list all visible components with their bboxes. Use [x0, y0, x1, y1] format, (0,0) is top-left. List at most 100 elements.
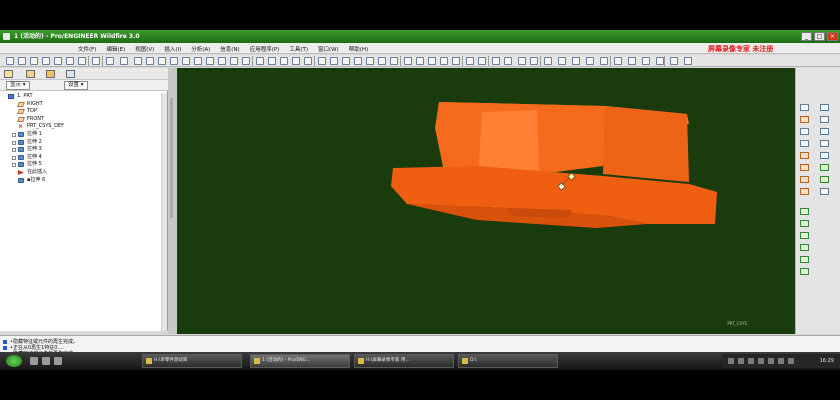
toolbar-icon[interactable] — [256, 57, 264, 65]
feature-tool-icon[interactable] — [820, 140, 829, 147]
maximize-button[interactable]: □ — [814, 32, 825, 41]
show-dropdown[interactable]: 显示 ▾ — [6, 81, 30, 90]
menu-item[interactable]: 分析(A) — [191, 45, 210, 53]
toolbar-icon[interactable] — [280, 57, 288, 65]
toolbar-icon[interactable] — [18, 57, 26, 65]
tree-item[interactable]: 拉伸 1 — [0, 131, 160, 139]
menu-item[interactable]: 帮助(H) — [349, 45, 368, 53]
toolbar-icon[interactable] — [684, 57, 692, 65]
toolbar-icon[interactable] — [416, 57, 424, 65]
minimize-button[interactable]: _ — [801, 32, 812, 41]
toolbar-icon[interactable] — [106, 57, 114, 65]
panel-splitter[interactable] — [168, 68, 177, 334]
feature-tool-icon[interactable] — [800, 176, 809, 183]
tray-icon[interactable] — [768, 358, 774, 364]
toolbar-icon[interactable] — [670, 57, 678, 65]
expand-toggle[interactable] — [12, 155, 16, 160]
tree-item[interactable]: 拉伸 2 — [0, 139, 160, 147]
taskbar-button[interactable]: H:\单零件测试库 — [142, 354, 242, 368]
quick-launch-icon[interactable] — [54, 357, 62, 365]
toolbar-icon[interactable] — [440, 57, 448, 65]
toolbar-icon[interactable] — [146, 57, 154, 65]
feature-tool-icon[interactable] — [800, 188, 809, 195]
taskbar-button[interactable]: D:\ — [458, 354, 558, 368]
folder-browser-tab[interactable] — [26, 70, 35, 78]
toolbar-icon[interactable] — [330, 57, 338, 65]
toolbar-icon[interactable] — [354, 57, 362, 65]
menu-item[interactable]: 文件(F) — [78, 45, 96, 53]
toolbar-icon[interactable] — [558, 57, 566, 65]
close-button[interactable]: × — [827, 32, 838, 41]
feature-tool-icon[interactable] — [800, 104, 809, 111]
toolbar-icon[interactable] — [544, 57, 552, 65]
tray-icon[interactable] — [788, 358, 794, 364]
feature-tool-icon[interactable] — [820, 104, 829, 111]
toolbar-icon[interactable] — [342, 57, 350, 65]
toolbar-icon[interactable] — [120, 57, 128, 65]
tree-item[interactable]: 拉伸 3 — [0, 146, 160, 154]
favorites-tab[interactable] — [46, 70, 55, 78]
feature-tool-icon[interactable] — [820, 116, 829, 123]
feature-tool-icon[interactable] — [820, 152, 829, 159]
tray-icon[interactable] — [758, 358, 764, 364]
toolbar-icon[interactable] — [158, 57, 166, 65]
menu-item[interactable]: 编辑(E) — [106, 45, 125, 53]
tree-item[interactable]: 1. PRT — [0, 93, 160, 101]
start-button[interactable] — [6, 355, 22, 367]
taskbar-button[interactable]: 1 (活动的) - Pro/ENG... — [250, 354, 350, 368]
toolbar-icon[interactable] — [218, 57, 226, 65]
toolbar-icon[interactable] — [6, 57, 14, 65]
feature-tool-icon[interactable] — [800, 232, 809, 239]
expand-toggle[interactable] — [12, 148, 16, 153]
feature-tool-icon[interactable] — [820, 164, 829, 171]
expand-toggle[interactable] — [12, 163, 16, 168]
feature-tool-icon[interactable] — [800, 128, 809, 135]
menu-item[interactable]: 工具(T) — [289, 45, 308, 53]
tree-scrollbar[interactable] — [161, 93, 167, 331]
feature-tool-icon[interactable] — [800, 152, 809, 159]
tree-item[interactable]: TOP — [0, 108, 160, 116]
taskbar-button[interactable]: H:\屏幕录像专家 用... — [354, 354, 454, 368]
feature-tool-icon[interactable] — [800, 256, 809, 263]
menu-item[interactable]: 应用程序(P) — [250, 45, 280, 53]
menu-item[interactable]: 信息(N) — [220, 45, 239, 53]
toolbar-icon[interactable] — [378, 57, 386, 65]
tray-icon[interactable] — [738, 358, 744, 364]
toolbar-icon[interactable] — [134, 57, 142, 65]
toolbar-icon[interactable] — [656, 57, 664, 65]
toolbar-icon[interactable] — [304, 57, 312, 65]
tree-item[interactable]: FRONT — [0, 116, 160, 124]
tree-item[interactable]: 在此插入 — [0, 169, 160, 177]
feature-tool-icon[interactable] — [800, 208, 809, 215]
toolbar-icon[interactable] — [42, 57, 50, 65]
menu-item[interactable]: 视图(V) — [135, 45, 154, 53]
toolbar-icon[interactable] — [30, 57, 38, 65]
settings-dropdown[interactable]: 设置 ▾ — [64, 81, 88, 90]
toolbar-icon[interactable] — [492, 57, 500, 65]
toolbar-icon[interactable] — [170, 57, 178, 65]
toolbar-icon[interactable] — [230, 57, 238, 65]
splitter-grip[interactable] — [170, 98, 173, 218]
connections-tab[interactable] — [66, 70, 75, 78]
menu-item[interactable]: 插入(I) — [164, 45, 181, 53]
toolbar-icon[interactable] — [92, 57, 100, 65]
model-tree-tab[interactable] — [4, 70, 13, 78]
quick-launch-icon[interactable] — [42, 357, 50, 365]
toolbar-icon[interactable] — [206, 57, 214, 65]
model-canvas[interactable] — [177, 68, 795, 334]
tray-icon[interactable] — [728, 358, 734, 364]
feature-tool-icon[interactable] — [800, 244, 809, 251]
quick-launch-icon[interactable] — [30, 357, 38, 365]
toolbar-icon[interactable] — [428, 57, 436, 65]
toolbar-icon[interactable] — [586, 57, 594, 65]
tray-icon[interactable] — [778, 358, 784, 364]
menu-item[interactable]: 窗口(W) — [318, 45, 339, 53]
tree-item[interactable]: 拉伸 4 — [0, 154, 160, 162]
expand-toggle[interactable] — [12, 132, 16, 137]
graphics-viewport[interactable]: PRT_CSYS — [177, 68, 795, 334]
feature-tool-icon[interactable] — [800, 164, 809, 171]
feature-tool-icon[interactable] — [800, 220, 809, 227]
toolbar-icon[interactable] — [318, 57, 326, 65]
toolbar-icon[interactable] — [466, 57, 474, 65]
toolbar-icon[interactable] — [54, 57, 62, 65]
